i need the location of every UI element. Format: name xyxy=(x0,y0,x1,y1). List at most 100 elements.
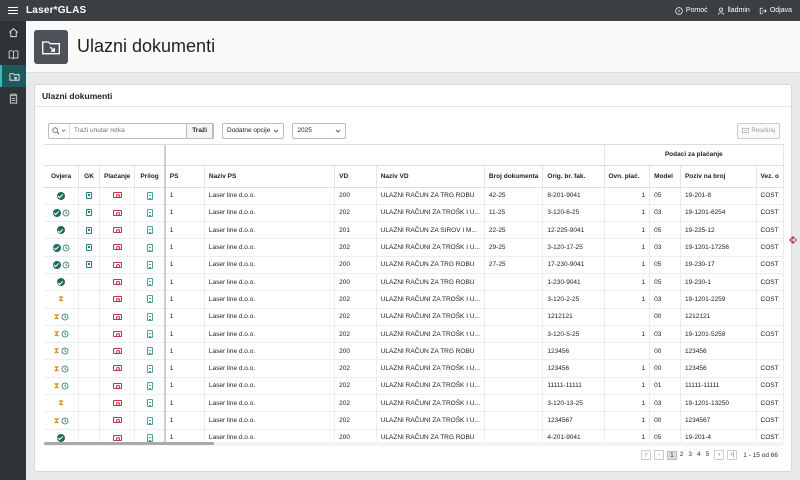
approved-check-icon[interactable] xyxy=(52,243,61,252)
history-icon[interactable] xyxy=(61,347,69,355)
nav-item-clipboard[interactable] xyxy=(0,87,26,109)
payment-icon[interactable] xyxy=(112,434,122,441)
payment-icon[interactable] xyxy=(112,261,122,268)
ledger-icon[interactable] xyxy=(86,192,93,200)
table-row[interactable]: 1 Laser line d.o.o. 202 ULAZNI RAČUNI ZA TR… xyxy=(44,238,784,257)
table-row[interactable]: ⧗ 1 Laser line d.o.o. 202 ULAZNI RAČUNI ZA T… xyxy=(44,411,784,430)
approved-check-icon[interactable] xyxy=(52,208,61,217)
page-link[interactable]: 3 xyxy=(686,451,694,460)
page-link[interactable]: 1 xyxy=(667,450,677,460)
page-link[interactable]: 5 xyxy=(704,451,712,460)
hourglass-icon[interactable]: ⧗ xyxy=(58,295,64,303)
col-placanje-header[interactable]: Plaćanje xyxy=(99,165,136,188)
hourglass-icon[interactable]: ⧗ xyxy=(54,416,60,425)
scrollbar-thumb[interactable] xyxy=(44,442,214,445)
attachment-document-icon[interactable] xyxy=(146,364,153,373)
history-icon[interactable] xyxy=(61,313,69,321)
col-vez-header[interactable]: Vez. o xyxy=(756,165,784,188)
payment-icon[interactable] xyxy=(112,365,122,372)
help-link[interactable]: ? Pomoć xyxy=(675,6,708,15)
hourglass-icon[interactable]: ⧗ xyxy=(54,330,60,338)
side-arrow-icon[interactable] xyxy=(788,235,798,245)
attachment-document-icon[interactable] xyxy=(146,347,153,356)
approved-check-icon[interactable] xyxy=(52,260,61,269)
next-page-button[interactable]: › xyxy=(714,450,725,460)
last-page-button[interactable]: ›| xyxy=(727,450,738,460)
attachment-document-icon[interactable] xyxy=(146,191,153,200)
history-icon[interactable] xyxy=(62,261,70,269)
menu-icon[interactable] xyxy=(8,7,18,14)
history-icon[interactable] xyxy=(61,382,69,390)
table-row[interactable]: 1 Laser line d.o.o. 200 ULAZNI RAČUN ZA TRG… xyxy=(44,429,784,442)
history-icon[interactable] xyxy=(61,417,69,425)
col-ps-header[interactable]: PS xyxy=(164,165,205,188)
col-vd-header[interactable]: VD xyxy=(334,165,377,188)
nav-item-home[interactable] xyxy=(0,21,26,43)
payment-icon[interactable] xyxy=(112,244,122,251)
hourglass-icon[interactable]: ⧗ xyxy=(54,312,60,321)
table-row[interactable]: ⧗ 1 Laser line d.o.o. 202 ULAZNI RAČUNI ZA T… xyxy=(44,394,784,413)
payment-icon[interactable] xyxy=(112,417,122,424)
col-prilog-header[interactable]: Prilog xyxy=(134,165,166,188)
approved-check-icon[interactable] xyxy=(57,226,66,235)
payment-icon[interactable] xyxy=(112,399,122,406)
page-link[interactable]: 4 xyxy=(695,451,703,460)
page-link[interactable]: 2 xyxy=(678,451,686,460)
attachment-document-icon[interactable] xyxy=(146,260,153,269)
actions-menu-button[interactable]: Dodatne opcije xyxy=(222,122,285,139)
ledger-icon[interactable] xyxy=(86,226,93,234)
table-row[interactable]: ⧗ 1 Laser line d.o.o. 202 ULAZNI RAČUNI ZA T… xyxy=(44,290,784,309)
attachment-document-icon[interactable] xyxy=(146,208,153,217)
first-page-button[interactable]: |‹ xyxy=(641,450,652,460)
prev-page-button[interactable]: ‹ xyxy=(654,450,665,460)
table-row[interactable]: ⧗ 1 Laser line d.o.o. 202 ULAZNI RAČUNI ZA T… xyxy=(44,308,784,326)
ledger-icon[interactable] xyxy=(86,261,93,269)
payment-icon[interactable] xyxy=(112,296,122,303)
ledger-icon[interactable] xyxy=(86,243,93,251)
attachment-document-icon[interactable] xyxy=(146,399,153,408)
approved-check-icon[interactable] xyxy=(57,433,66,442)
attachment-document-icon[interactable] xyxy=(146,278,153,287)
col-naziv-vd-header[interactable]: Naziv VD xyxy=(376,165,485,188)
payment-icon[interactable] xyxy=(112,278,122,285)
app-title[interactable]: Laser*GLAS xyxy=(26,5,86,16)
col-broj-dokumenta-header[interactable]: Broj dokumenta xyxy=(484,165,544,188)
attachment-document-icon[interactable] xyxy=(146,226,153,235)
payment-icon[interactable] xyxy=(112,382,122,389)
nav-item-book[interactable] xyxy=(0,43,26,65)
col-ovn-plac-header[interactable]: Ovn. plać. xyxy=(604,165,651,188)
table-row[interactable]: ⧗ 1 Laser line d.o.o. 200 ULAZNI RAČUN ZA TR… xyxy=(44,342,784,361)
payment-icon[interactable] xyxy=(112,227,122,234)
approved-check-icon[interactable] xyxy=(57,278,66,287)
approved-check-icon[interactable] xyxy=(57,191,66,200)
hourglass-icon[interactable]: ⧗ xyxy=(54,347,60,355)
hourglass-icon[interactable]: ⧗ xyxy=(54,381,60,390)
col-orig-br-fak-header[interactable]: Orig. br. fak. xyxy=(542,165,605,188)
table-row[interactable]: ⧗ 1 Laser line d.o.o. 202 ULAZNI RAČUNI ZA T… xyxy=(44,325,784,344)
table-row[interactable]: ⧗ 1 Laser line d.o.o. 202 ULAZNI RAČUNI ZA T… xyxy=(44,377,784,396)
history-icon[interactable] xyxy=(61,330,69,338)
col-ovjera-header[interactable]: Ovjera xyxy=(44,165,80,188)
attachment-document-icon[interactable] xyxy=(146,381,153,390)
user-menu[interactable]: lladmin xyxy=(717,7,750,15)
ledger-icon[interactable] xyxy=(86,209,93,217)
payment-icon[interactable] xyxy=(112,348,122,355)
attachment-document-icon[interactable] xyxy=(146,295,153,304)
table-row[interactable]: 1 Laser line d.o.o. 200 ULAZNI RAČUN ZA TRG… xyxy=(44,187,784,205)
table-row[interactable]: ⧗ 1 Laser line d.o.o. 202 ULAZNI RAČUNI ZA T… xyxy=(44,359,784,378)
hourglass-icon[interactable]: ⧗ xyxy=(58,399,64,407)
attachment-document-icon[interactable] xyxy=(146,433,153,442)
logout-link[interactable]: Odjava xyxy=(759,7,792,15)
col-naziv-ps-header[interactable]: Naziv PS xyxy=(204,165,336,188)
history-icon[interactable] xyxy=(61,365,69,373)
payment-icon[interactable] xyxy=(112,192,122,199)
nav-item-incoming-documents[interactable] xyxy=(0,65,26,87)
search-column-selector[interactable] xyxy=(49,123,70,138)
col-gk-header[interactable]: GK xyxy=(78,165,100,188)
table-row[interactable]: 1 Laser line d.o.o. 200 ULAZNI RAČUN ZA TRG… xyxy=(44,256,784,274)
attachment-document-icon[interactable] xyxy=(146,243,153,252)
payment-icon[interactable] xyxy=(112,330,122,337)
attachment-document-icon[interactable] xyxy=(146,330,153,339)
history-icon[interactable] xyxy=(62,244,70,252)
hourglass-icon[interactable]: ⧗ xyxy=(54,364,60,373)
